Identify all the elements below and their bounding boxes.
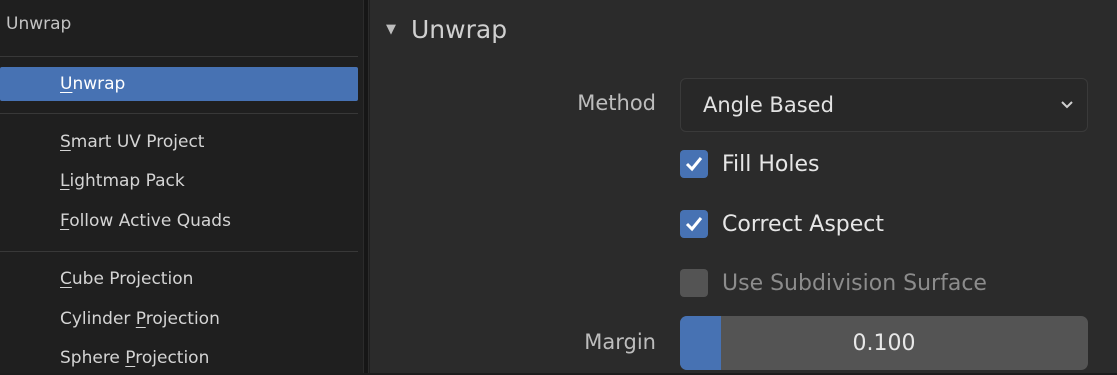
menu-item-unwrap[interactable]: Unwrap bbox=[0, 67, 358, 101]
use-subdivision-checkbox[interactable] bbox=[680, 269, 708, 297]
margin-slider[interactable]: 0.100 bbox=[680, 316, 1088, 370]
menu-separator bbox=[0, 56, 358, 57]
method-value: Angle Based bbox=[703, 93, 834, 117]
menu-item-cube-projection[interactable]: Cube Projection bbox=[0, 262, 358, 296]
accelerator-key: P bbox=[125, 348, 136, 368]
menu-item-label: Sphere bbox=[60, 348, 126, 368]
menu-item-label: rojection bbox=[135, 348, 210, 368]
operator-menu: Unwrap Unwrap Smart UV Project Lightmap … bbox=[0, 0, 370, 373]
menu-item-label: Cylinder bbox=[60, 309, 136, 329]
correct-aspect-row[interactable]: Correct Aspect bbox=[680, 210, 884, 238]
disclosure-triangle-icon[interactable]: ▼ bbox=[386, 22, 396, 37]
menu-separator bbox=[0, 113, 358, 114]
accelerator-key: F bbox=[60, 211, 70, 231]
operator-panel: ▼ Unwrap Method Angle Based Fill Holes C… bbox=[370, 0, 1117, 373]
correct-aspect-checkbox[interactable] bbox=[680, 210, 708, 238]
accelerator-key: U bbox=[60, 74, 73, 94]
accelerator-key: P bbox=[135, 309, 146, 329]
menu-item-label: mart UV Project bbox=[70, 132, 205, 152]
fill-holes-checkbox[interactable] bbox=[680, 150, 708, 178]
accelerator-key: C bbox=[60, 269, 72, 289]
method-dropdown[interactable]: Angle Based bbox=[680, 78, 1088, 132]
panel-divider[interactable] bbox=[363, 0, 369, 373]
menu-item-lightmap-pack[interactable]: Lightmap Pack bbox=[0, 164, 358, 198]
menu-item-cylinder-projection[interactable]: Cylinder Projection bbox=[0, 302, 358, 336]
fill-holes-label: Fill Holes bbox=[722, 151, 820, 177]
menu-separator bbox=[0, 251, 358, 252]
menu-item-label: rojection bbox=[145, 309, 220, 329]
menu-item-sphere-projection[interactable]: Sphere Projection bbox=[0, 341, 358, 375]
margin-value: 0.100 bbox=[852, 330, 916, 356]
menu-item-label: ightmap Pack bbox=[69, 171, 185, 191]
menu-item-follow-active-quads[interactable]: Follow Active Quads bbox=[0, 204, 358, 238]
fill-holes-row[interactable]: Fill Holes bbox=[680, 150, 820, 178]
margin-label: Margin bbox=[584, 330, 656, 354]
panel-header[interactable]: ▼ Unwrap bbox=[386, 12, 507, 46]
menu-title: Unwrap bbox=[6, 14, 72, 34]
correct-aspect-label: Correct Aspect bbox=[722, 211, 885, 237]
menu-item-smart-uv-project[interactable]: Smart UV Project bbox=[0, 125, 358, 159]
menu-item-label: ollow Active Quads bbox=[69, 211, 231, 231]
use-subdivision-label: Use Subdivision Surface bbox=[722, 270, 987, 296]
method-label: Method bbox=[577, 91, 656, 115]
checkmark-icon bbox=[685, 157, 703, 172]
checkmark-icon bbox=[685, 217, 703, 232]
menu-item-label: ube Projection bbox=[71, 269, 194, 289]
accelerator-key: S bbox=[60, 132, 71, 152]
menu-item-label: nwrap bbox=[72, 74, 126, 94]
chevron-down-icon bbox=[1059, 97, 1075, 113]
use-subdivision-row[interactable]: Use Subdivision Surface bbox=[680, 269, 987, 297]
panel-title: Unwrap bbox=[411, 14, 508, 44]
